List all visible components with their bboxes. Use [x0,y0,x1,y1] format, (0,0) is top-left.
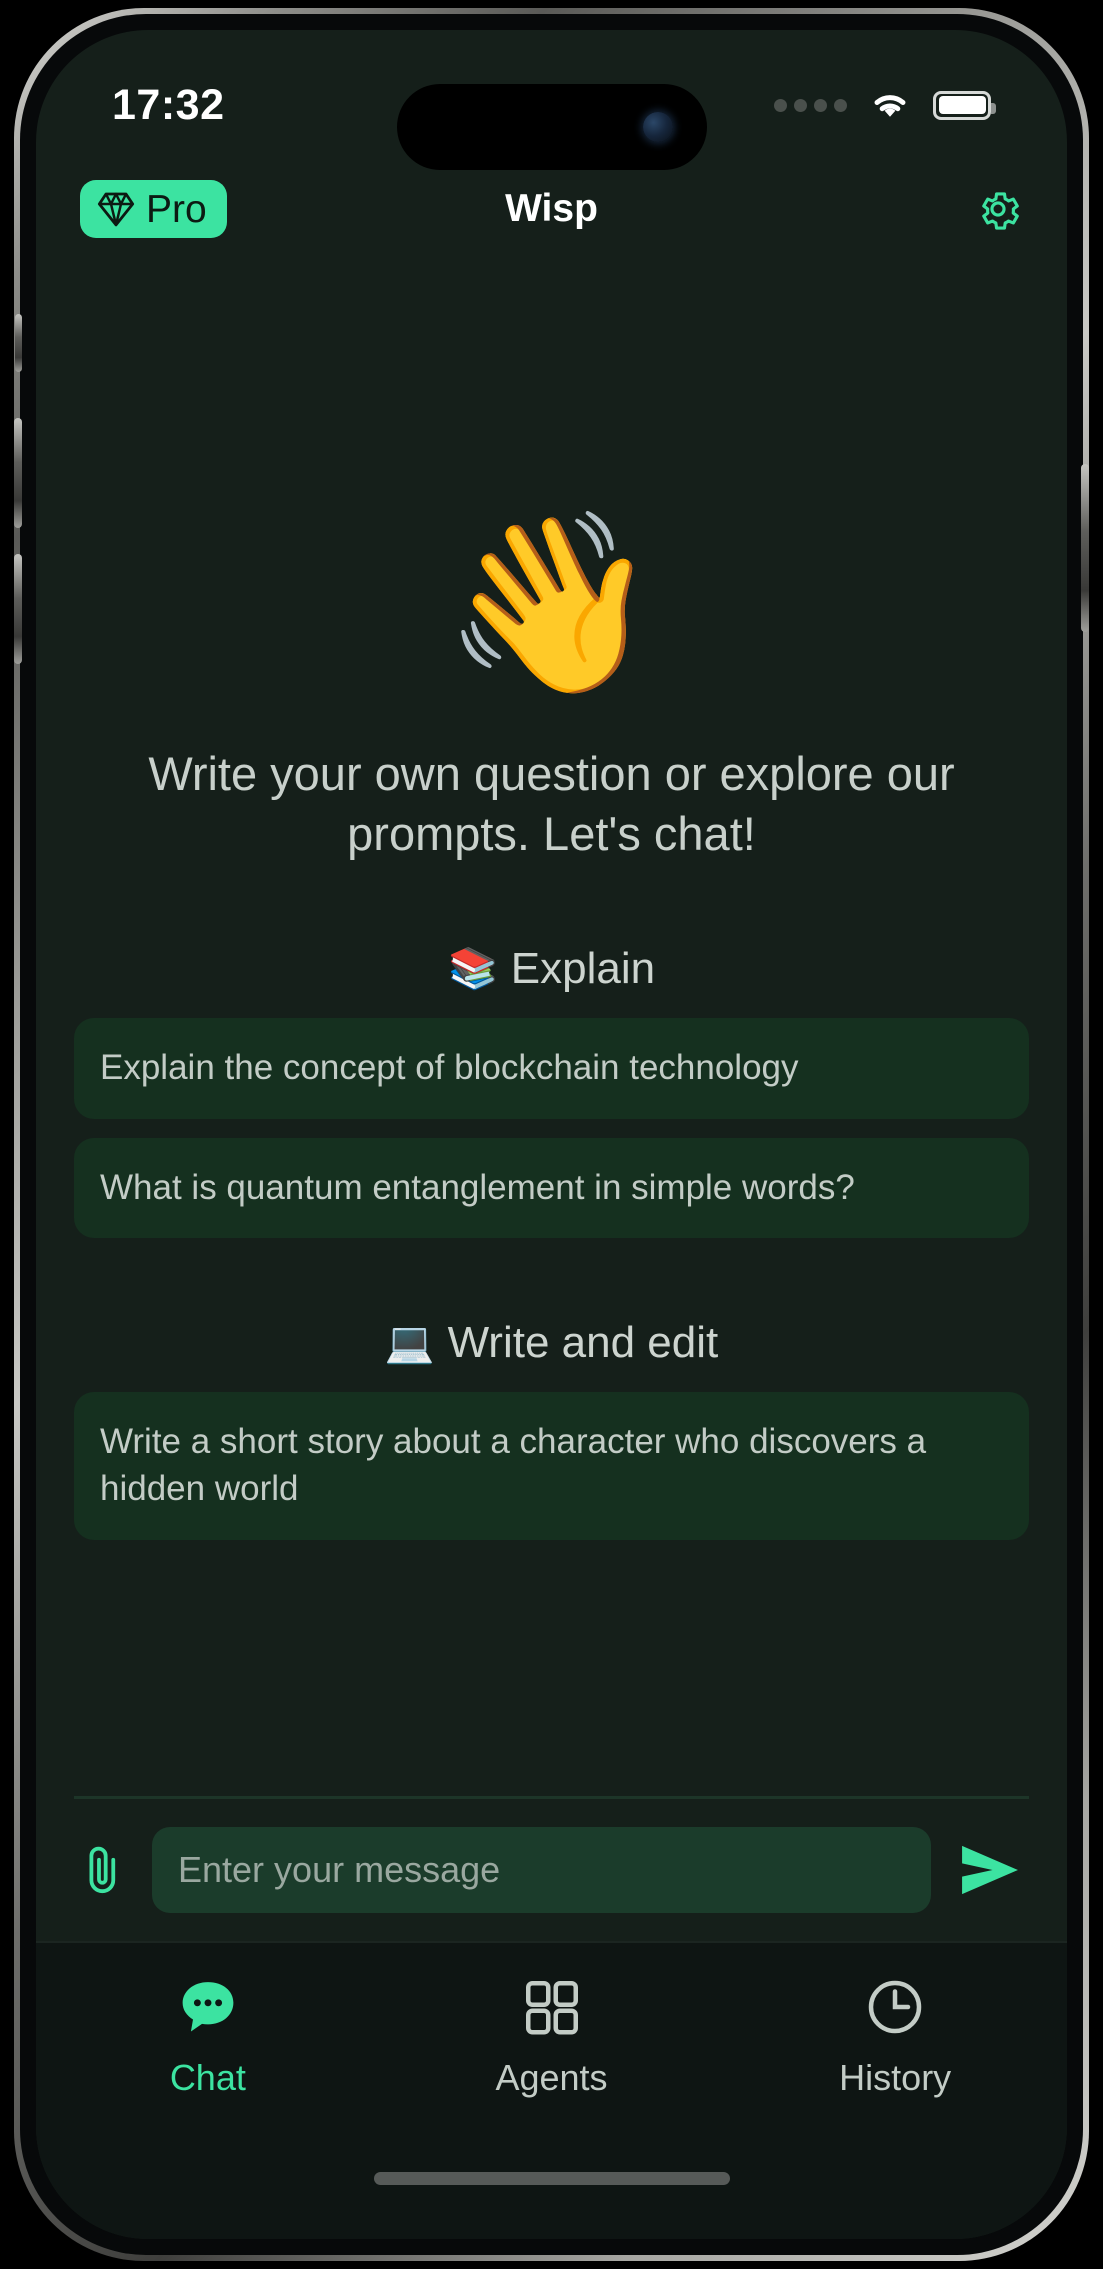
tab-label: History [839,2057,952,2098]
prompt-card[interactable]: Write a short story about a character wh… [74,1392,1029,1540]
gear-icon [982,192,1019,230]
prompt-card[interactable]: Explain the concept of blockchain techno… [74,1018,1029,1119]
hero-block: 👋 Write your own question or explore our… [74,252,1029,864]
home-indicator[interactable] [373,2172,730,2185]
section-heading-explain: 📚 Explain [74,944,1029,994]
tab-agents[interactable]: Agents [380,1977,724,2239]
diamond-icon [97,192,135,227]
tab-history[interactable]: History [723,1977,1067,2239]
phone-body: 17:32 Pro Wisp 👋 Write your own question… [14,14,1089,2255]
clock-icon [868,1980,922,2034]
chat-bubble-icon [182,1982,234,2032]
volume-down-button[interactable] [14,554,22,664]
prompt-card[interactable]: What is quantum entanglement in simple w… [74,1137,1029,1239]
bottom-tab-bar: Chat Agents History [36,1941,1067,2239]
power-button[interactable] [1081,464,1089,632]
status-bar-time: 17:32 [112,80,225,129]
battery-full-icon [933,90,996,120]
search-input[interactable] [152,1827,931,1913]
send-arrow-icon[interactable] [957,1841,1023,1899]
dynamic-island [396,84,707,170]
section-heading-write-and-edit: 💻 Write and edit [74,1318,1029,1368]
section-title: Explain [510,944,656,994]
tab-chat[interactable]: Chat [36,1977,380,2239]
tab-label: Agents [495,2057,608,2098]
signal-dots-icon [774,98,847,112]
hero-text: Write your own question or explore our p… [148,747,955,861]
settings-button[interactable] [973,184,1023,234]
pro-badge[interactable]: Pro [80,180,227,238]
waving-hand-icon: 👋 [441,506,662,702]
section-title: Write and edit [447,1318,719,1368]
phone-screen: 17:32 Pro Wisp 👋 Write your own question… [36,30,1067,2239]
grid-icon [525,1981,578,2035]
pro-badge-label: Pro [146,187,207,231]
laptop-icon: 💻 [384,1321,435,1366]
paperclip-icon[interactable] [80,1841,126,1899]
silent-switch[interactable] [15,314,22,372]
wifi-icon [874,95,906,117]
phone-frame: 17:32 Pro Wisp 👋 Write your own question… [14,8,1089,2261]
chat-empty-state: 👋 Write your own question or explore our… [36,252,1067,1799]
tab-label: Chat [169,2057,246,2098]
volume-up-button[interactable] [14,418,22,528]
books-icon: 📚 [447,947,498,992]
message-input-bar [36,1799,1067,1941]
app-header: Pro Wisp [36,166,1067,252]
front-camera [642,112,673,142]
